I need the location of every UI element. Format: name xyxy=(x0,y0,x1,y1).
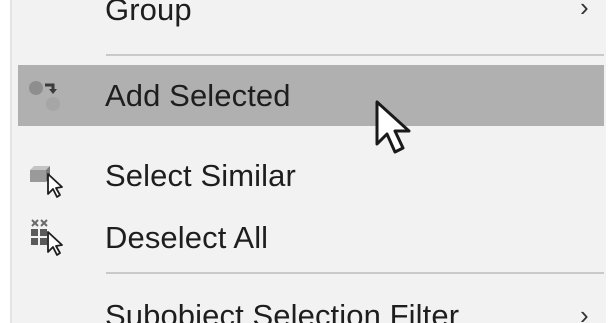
context-menu: Group › Add Selected Select Similar Dese… xyxy=(10,0,606,323)
deselect-all-icon xyxy=(26,216,66,256)
menu-item-label: Select Similar xyxy=(105,158,296,193)
menu-item-deselect-all[interactable]: Deselect All xyxy=(18,212,604,266)
menu-separator xyxy=(106,54,604,56)
menu-item-label: Group xyxy=(105,0,192,27)
menu-item-label: Deselect All xyxy=(105,220,269,255)
mouse-cursor-icon xyxy=(374,100,414,158)
menu-border xyxy=(10,0,12,323)
menu-item-select-similar[interactable]: Select Similar xyxy=(18,150,604,204)
select-similar-icon xyxy=(26,160,66,200)
menu-item-label: Subobject Selection Filter xyxy=(105,298,460,323)
menu-item-add-selected[interactable]: Add Selected xyxy=(18,65,604,126)
submenu-arrow-icon: › xyxy=(580,300,589,323)
menu-item-label: Add Selected xyxy=(105,78,291,113)
submenu-arrow-icon: › xyxy=(580,0,589,22)
menu-item-group[interactable]: Group › xyxy=(18,0,604,34)
add-selected-icon xyxy=(26,76,66,116)
menu-item-subobject-selection-filter[interactable]: Subobject Selection Filter › xyxy=(18,288,604,323)
menu-separator xyxy=(106,272,604,274)
